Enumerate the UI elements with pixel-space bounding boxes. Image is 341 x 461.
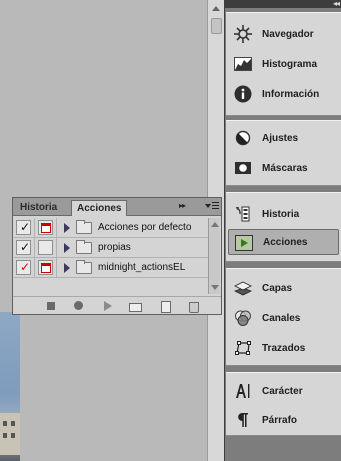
dock-item-label: Navegador <box>262 28 314 40</box>
tab-acciones[interactable]: Acciones <box>71 200 128 216</box>
channels-icon <box>235 310 251 326</box>
dock-item-canales[interactable]: Canales <box>228 305 339 331</box>
toggle-dialog-checkbox[interactable] <box>38 240 53 255</box>
dock-item-label: Información <box>262 88 320 100</box>
layers-icon <box>234 281 252 296</box>
panel-dock: ◂◂ Navegador Histograma Información Ajus… <box>224 0 341 461</box>
scroll-up-arrow-icon[interactable] <box>211 3 222 14</box>
dock-item-navegador[interactable]: Navegador <box>228 21 339 47</box>
new-action-icon[interactable] <box>159 300 171 313</box>
dock-item-histograma[interactable]: Histograma <box>228 51 339 77</box>
dock-item-ajustes[interactable]: Ajustes <box>228 125 339 151</box>
actions-icon <box>235 235 253 251</box>
paragraph-icon <box>238 413 248 427</box>
play-icon[interactable] <box>102 300 114 312</box>
dock-item-acciones[interactable]: Acciones <box>228 229 339 255</box>
panel-header-buttons: ▸▸ <box>179 201 219 213</box>
toggle-dialog-checkbox[interactable] <box>38 260 53 275</box>
checkmark-icon: ✓ <box>20 260 31 274</box>
dialog-icon <box>41 223 51 233</box>
dock-group-layers: Capas Canales Trazados <box>226 268 341 366</box>
dock-group-info: Navegador Histograma Información <box>226 12 341 116</box>
building-fragment <box>0 413 20 455</box>
record-icon[interactable] <box>73 300 85 312</box>
dock-item-label: Carácter <box>262 385 303 397</box>
masks-icon <box>235 162 251 174</box>
collapse-dock-icon[interactable]: ◂◂ <box>333 0 340 8</box>
action-set-name: propias <box>98 242 131 253</box>
dialog-icon <box>41 243 51 253</box>
dock-item-mascaras[interactable]: Máscaras <box>228 155 339 181</box>
scroll-thumb[interactable] <box>211 18 222 34</box>
dock-item-label: Canales <box>262 312 301 324</box>
stop-icon[interactable] <box>45 300 57 312</box>
dock-item-label: Acciones <box>263 236 308 248</box>
toggle-item-checkbox[interactable]: ✓ <box>16 220 31 235</box>
new-set-icon[interactable] <box>129 300 142 312</box>
dock-item-caracter[interactable]: Carácter <box>228 378 339 404</box>
action-set-name: midnight_actionsEL <box>98 262 186 273</box>
toggle-item-checkbox[interactable]: ✓ <box>16 240 31 255</box>
dock-item-label: Historia <box>262 208 300 220</box>
dock-group-type: Carácter Párrafo <box>226 372 341 436</box>
panel-footer <box>13 296 221 314</box>
dock-header: ◂◂ <box>225 0 341 8</box>
dock-group-history: Historia Acciones <box>226 192 341 262</box>
tab-historia[interactable]: Historia <box>15 200 62 216</box>
histogram-icon <box>234 57 252 71</box>
scroll-down-arrow-icon[interactable] <box>211 285 219 290</box>
delete-icon[interactable] <box>187 300 199 313</box>
expand-panel-icon[interactable]: ▸▸ <box>179 201 186 210</box>
panel-menu-icon[interactable] <box>205 201 219 212</box>
dock-item-label: Histograma <box>262 58 318 70</box>
photo-fragment <box>0 312 20 461</box>
expand-triangle-icon[interactable] <box>64 243 70 253</box>
folder-icon <box>76 220 92 234</box>
paths-icon <box>235 341 251 355</box>
info-icon <box>234 85 252 103</box>
panel-tab-bar[interactable]: Historia Acciones ▸▸ <box>13 198 221 216</box>
action-set-row[interactable]: ✓ midnight_actionsEL <box>14 258 208 278</box>
dock-item-historia[interactable]: Historia <box>228 201 339 227</box>
navigator-icon <box>234 25 252 43</box>
toggle-dialog-checkbox[interactable] <box>38 220 53 235</box>
checkmark-icon: ✓ <box>20 220 31 234</box>
history-icon <box>236 206 250 222</box>
folder-icon <box>76 260 92 274</box>
dock-item-label: Capas <box>262 282 293 294</box>
character-icon <box>236 384 250 398</box>
dock-item-label: Trazados <box>262 342 306 354</box>
dock-item-informacion[interactable]: Información <box>228 81 339 107</box>
folder-icon <box>76 240 92 254</box>
dock-item-label: Ajustes <box>262 132 299 144</box>
adjustments-icon <box>235 130 251 146</box>
dock-item-parrafo[interactable]: Párrafo <box>228 407 339 433</box>
dock-group-adjust: Ajustes Máscaras <box>226 120 341 186</box>
scroll-up-arrow-icon[interactable] <box>211 222 219 227</box>
dock-item-capas[interactable]: Capas <box>228 275 339 301</box>
dock-item-label: Máscaras <box>262 162 308 174</box>
checkmark-icon: ✓ <box>20 240 31 254</box>
actions-list: ✓ Acciones por defecto ✓ propias ✓ midni… <box>14 218 208 278</box>
toggle-item-checkbox[interactable]: ✓ <box>16 260 31 275</box>
expand-triangle-icon[interactable] <box>64 263 70 273</box>
action-set-row[interactable]: ✓ propias <box>14 238 208 258</box>
panel-scrollbar[interactable] <box>208 218 220 294</box>
dialog-icon <box>41 263 51 273</box>
action-set-name: Acciones por defecto <box>98 222 192 233</box>
dock-item-label: Párrafo <box>262 414 298 426</box>
dock-item-trazados[interactable]: Trazados <box>228 335 339 361</box>
actions-panel: Historia Acciones ▸▸ ✓ Acciones por defe… <box>12 197 222 315</box>
expand-triangle-icon[interactable] <box>64 223 70 233</box>
action-set-row[interactable]: ✓ Acciones por defecto <box>14 218 208 238</box>
